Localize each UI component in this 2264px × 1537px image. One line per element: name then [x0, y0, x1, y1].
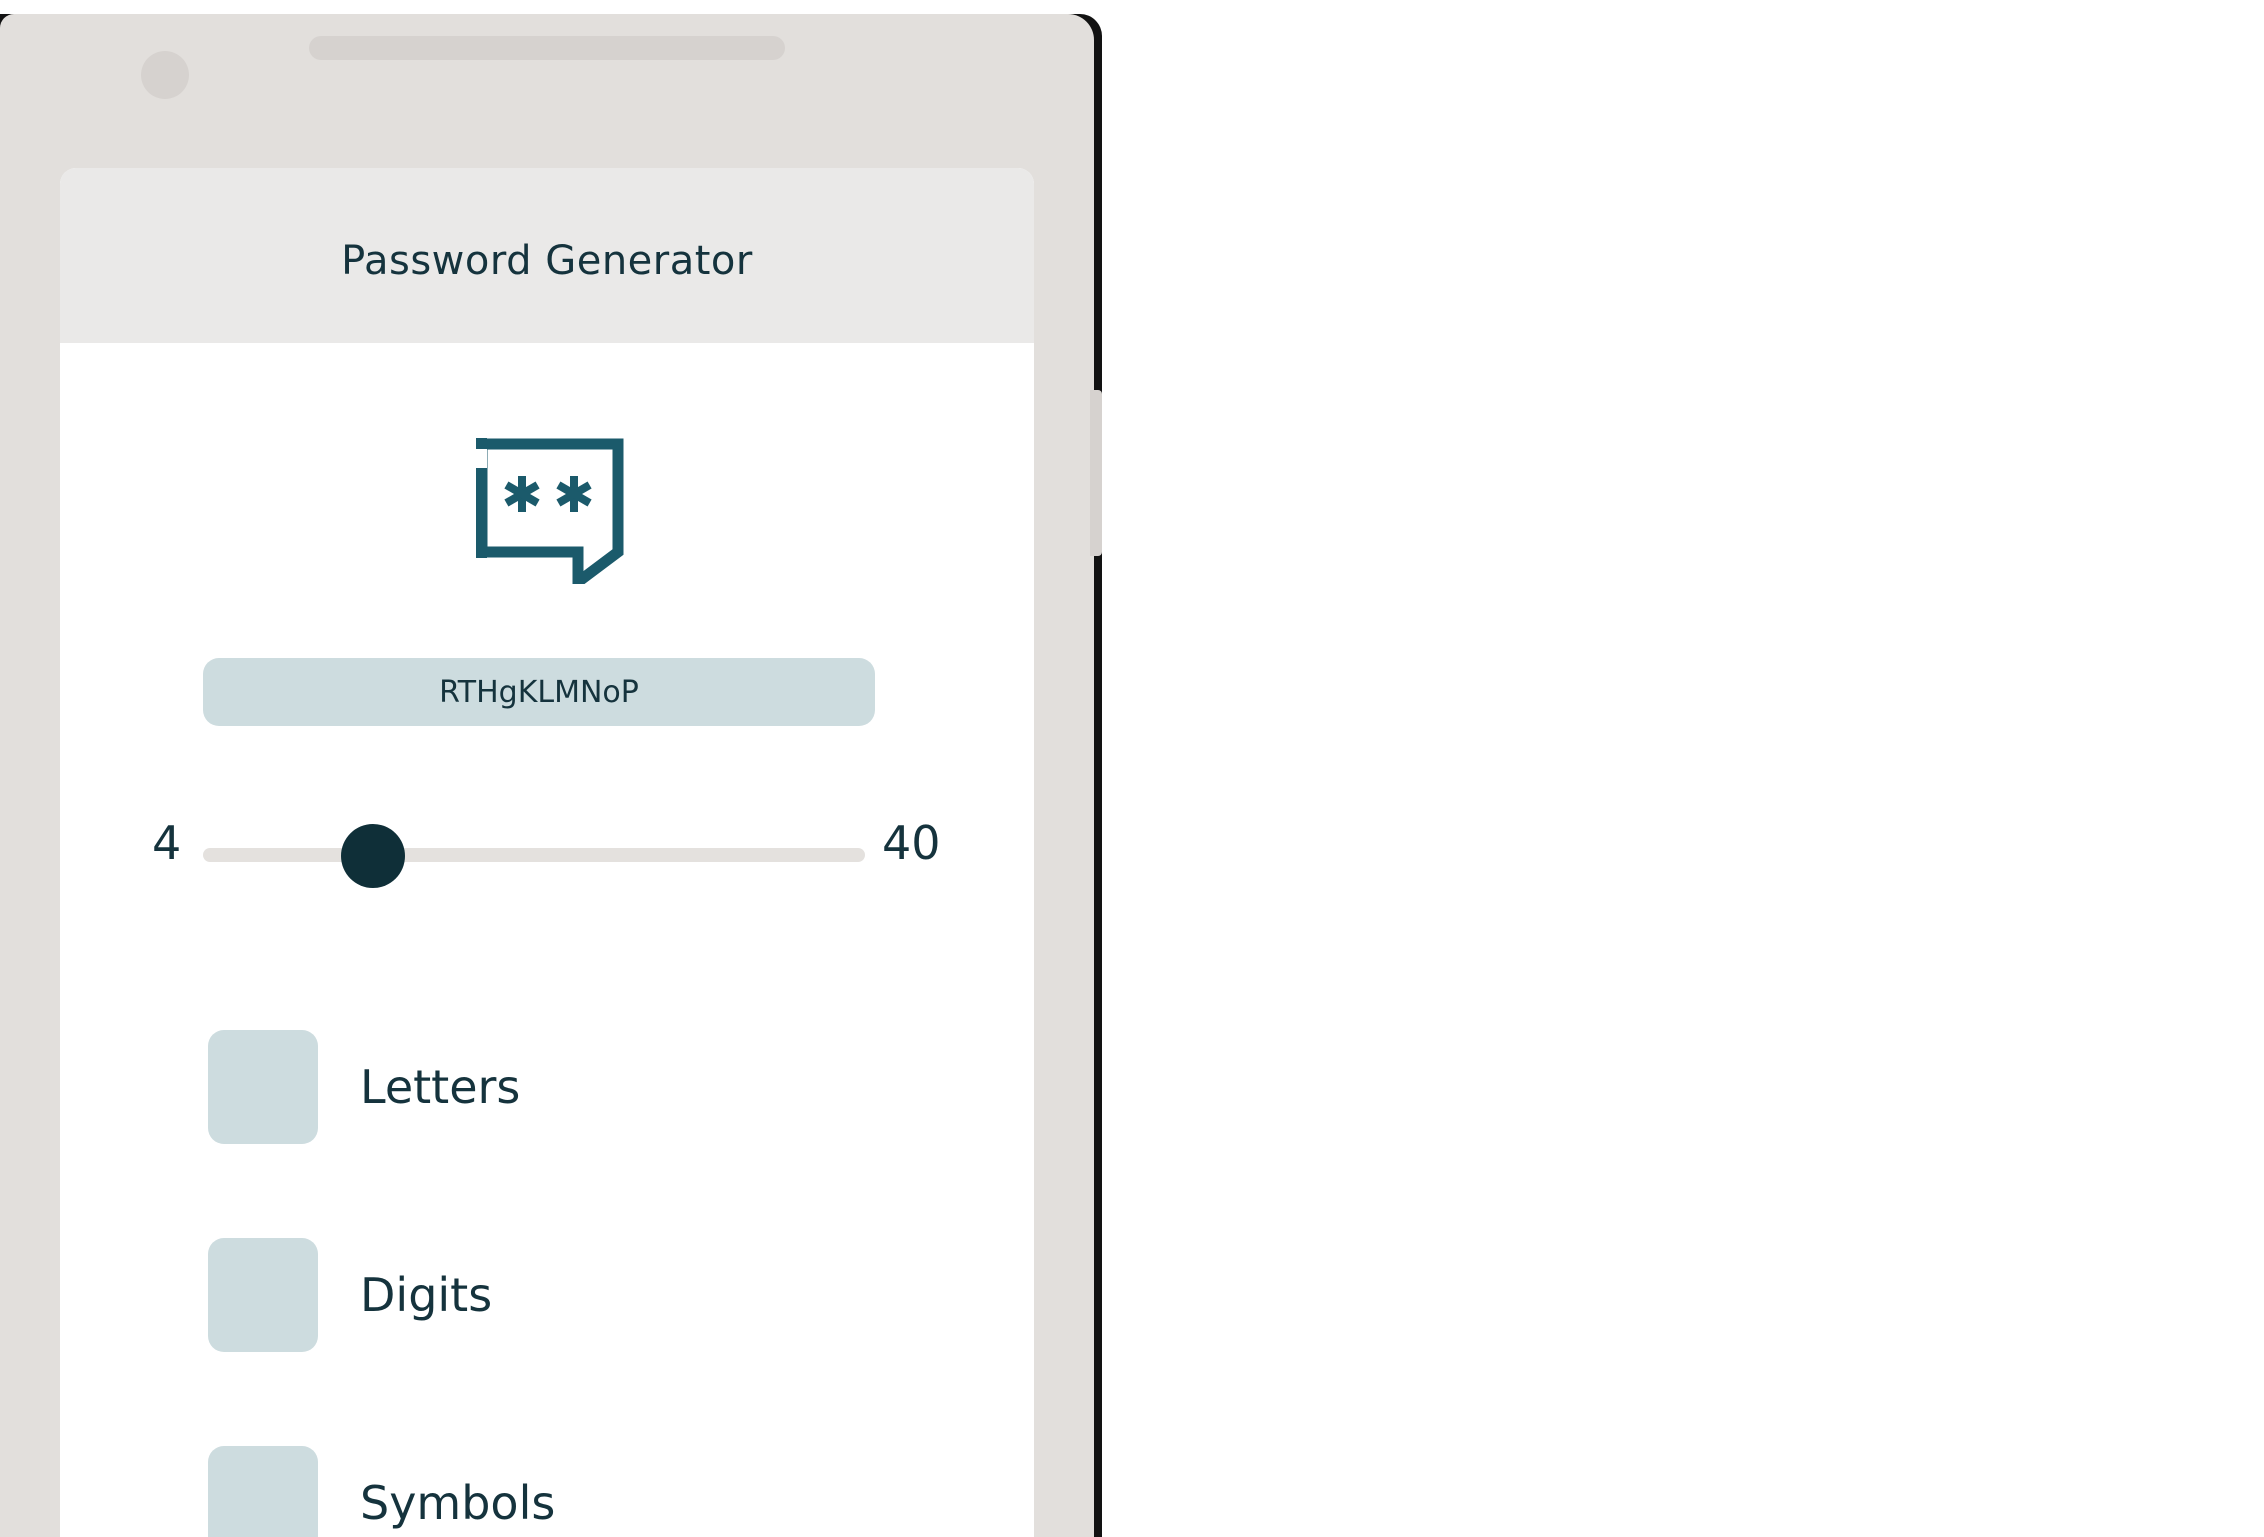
- option-letters[interactable]: Letters: [208, 1030, 520, 1144]
- slider-min-label: 4: [152, 816, 182, 870]
- letters-checkbox[interactable]: [208, 1030, 318, 1144]
- digits-checkbox[interactable]: [208, 1238, 318, 1352]
- option-digits[interactable]: Digits: [208, 1238, 492, 1352]
- app-bar: Password Generator: [60, 168, 1034, 343]
- camera-icon: [141, 51, 189, 99]
- length-slider-track[interactable]: [203, 848, 865, 862]
- password-output-field[interactable]: RTHgKLMNoP: [203, 658, 875, 726]
- power-button: [1090, 390, 1102, 556]
- stage: Password Generator RTHgKLMNoP 4 40 Lette…: [0, 0, 2264, 1537]
- speaker-grille: [309, 36, 785, 60]
- app-title: Password Generator: [341, 237, 753, 284]
- slider-max-label: 40: [882, 816, 941, 870]
- symbols-checkbox[interactable]: [208, 1446, 318, 1537]
- password-chat-icon: [476, 438, 624, 584]
- digits-label: Digits: [360, 1268, 493, 1322]
- letters-label: Letters: [360, 1060, 521, 1114]
- phone-frame: Password Generator RTHgKLMNoP 4 40 Lette…: [0, 14, 1102, 1537]
- option-symbols[interactable]: Symbols: [208, 1446, 555, 1537]
- length-slider-thumb[interactable]: [341, 824, 406, 888]
- app-screen: Password Generator RTHgKLMNoP 4 40 Lette…: [60, 168, 1034, 1537]
- symbols-label: Symbols: [360, 1476, 556, 1530]
